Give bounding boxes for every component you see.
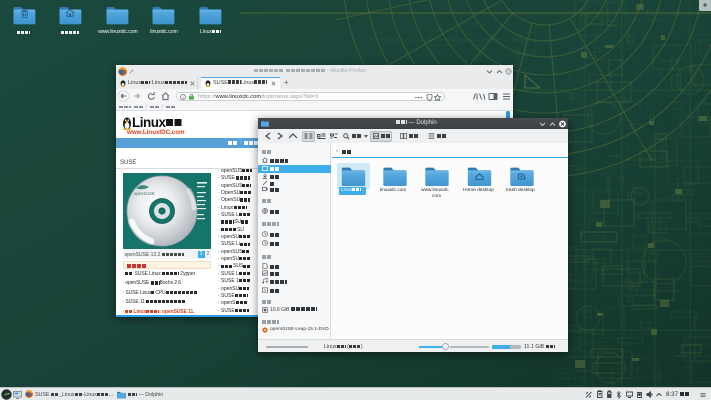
svg-text:openSUSE: openSUSE <box>134 191 155 196</box>
